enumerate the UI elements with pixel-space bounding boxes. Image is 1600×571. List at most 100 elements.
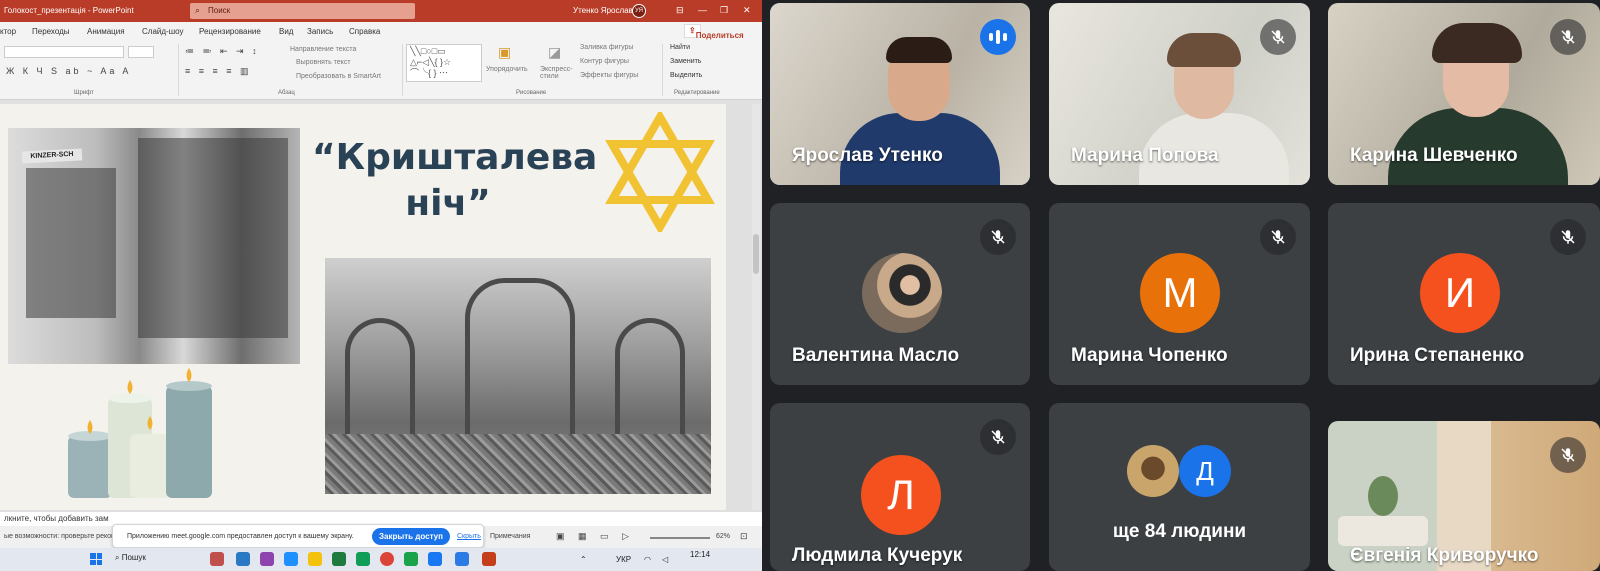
taskbar-search-label: Пошук: [121, 553, 146, 562]
shop-sign: KINZER-SCH: [21, 148, 83, 164]
letter-avatar: Л: [861, 455, 941, 535]
screen: Голокост_презентація - PowerPoint ⌕ Поис…: [0, 0, 1600, 571]
quick-styles-icon[interactable]: ◪: [548, 44, 561, 61]
taskbar-app-icon[interactable]: [284, 552, 298, 566]
participant-name: Марина Чопенко: [1071, 345, 1228, 366]
file-explorer-icon[interactable]: [308, 552, 322, 566]
mic-off-icon: [1260, 219, 1296, 255]
hide-toast-link[interactable]: Скрыть: [457, 533, 481, 540]
fit-slide-icon[interactable]: ⊡: [740, 531, 748, 542]
participant-tile[interactable]: Карина Шевченко: [1328, 3, 1600, 185]
powerpoint-icon[interactable]: [482, 552, 496, 566]
shape-outline[interactable]: Контур фигуры: [580, 58, 629, 65]
ribbon-tabs: ктор Переходы Анимация Слайд-шоу Рецензи…: [0, 22, 762, 40]
align-text[interactable]: Выровнять текст: [296, 59, 351, 66]
taskbar-app-icon[interactable]: [260, 552, 274, 566]
quick-styles-button[interactable]: Экспресс-стили: [540, 66, 573, 80]
participant-name: Ирина Степаненко: [1350, 345, 1525, 366]
letter-avatar: М: [1140, 253, 1220, 333]
participant-tile[interactable]: И Ирина Степаненко: [1328, 203, 1600, 385]
zoom-slider[interactable]: [650, 537, 710, 539]
font-format-icons[interactable]: Ж К Ч S ab ~ Aa A: [6, 66, 131, 76]
participant-name: Євгенія Криворучко: [1350, 545, 1539, 566]
volume-icon[interactable]: ◁: [662, 555, 668, 564]
ribbon-options-icon[interactable]: ⊟: [676, 5, 684, 16]
tab-transitions[interactable]: Переходы: [32, 27, 70, 36]
mic-off-icon: [1550, 19, 1586, 55]
participant-name: Марина Попова: [1071, 145, 1219, 166]
participant-tile[interactable]: Валентина Масло: [770, 203, 1030, 385]
tab-view[interactable]: Вид: [279, 27, 293, 36]
view-reading-icon[interactable]: ▭: [600, 531, 609, 542]
close-icon[interactable]: ✕: [743, 5, 751, 16]
participant-tile[interactable]: Євгенія Криворучко: [1328, 421, 1600, 571]
view-slideshow-icon[interactable]: ▷: [622, 531, 629, 542]
file-name: Голокост_презентація - PowerPoint: [4, 6, 134, 15]
ribbon: Ж К Ч S ab ~ Aa A Шрифт ≔ ≕ ⇤ ⇥ ↕ ≡ ≡ ≡ …: [0, 40, 762, 100]
tray-chevron-icon[interactable]: ⌃: [580, 555, 587, 564]
zoom-level[interactable]: 62%: [716, 533, 730, 540]
view-normal-icon[interactable]: ▣: [556, 531, 565, 542]
arrange-button[interactable]: Упорядочить: [486, 66, 528, 73]
maximize-icon[interactable]: ❐: [720, 5, 728, 16]
user-avatar[interactable]: УЯ: [632, 4, 646, 18]
tab-constructor[interactable]: ктор: [0, 27, 16, 36]
input-language[interactable]: УКР: [616, 555, 631, 564]
shape-fill[interactable]: Заливка фигуры: [580, 44, 633, 51]
text-direction[interactable]: Направление текста: [290, 46, 356, 53]
tab-review[interactable]: Рецензирование: [199, 27, 261, 36]
align-icons[interactable]: ≡ ≡ ≡ ≡ ▥: [185, 66, 252, 77]
taskbar-app-icon[interactable]: [428, 552, 442, 566]
slide-title-line1: “Кришталева: [312, 137, 598, 178]
find-button[interactable]: Найти: [670, 44, 690, 51]
scroll-thumb[interactable]: [753, 234, 759, 274]
arch: [465, 278, 575, 438]
tab-slideshow[interactable]: Слайд-шоу: [142, 27, 183, 36]
stop-sharing-button[interactable]: Закрыть доступ: [372, 528, 450, 545]
screen-share-toast: Приложению meet.google.com предоставлен …: [112, 524, 484, 548]
view-sorter-icon[interactable]: ▦: [578, 531, 587, 542]
clock-time[interactable]: 12:14: [690, 550, 710, 559]
taskbar-search[interactable]: ⌕ Пошук: [115, 553, 146, 563]
vertical-scrollbar[interactable]: [752, 104, 760, 510]
group-drawing-label: Рисование: [516, 90, 547, 96]
user-name: Утенко Ярослав: [573, 6, 633, 15]
wifi-icon[interactable]: ◠: [644, 555, 651, 564]
replace-button[interactable]: Заменить: [670, 58, 701, 65]
taskbar-app-icon[interactable]: [356, 552, 370, 566]
convert-smartart[interactable]: Преобразовать в SmartArt: [296, 73, 381, 80]
mic-off-icon: [980, 419, 1016, 455]
share-button[interactable]: ⇪ Поделиться: [684, 24, 744, 40]
shapes-gallery[interactable]: ╲╲□○□▭ △⌐◁╲{ }☆ ⌒╰{ } ⋯: [406, 44, 482, 82]
whatsapp-icon[interactable]: [404, 552, 418, 566]
minimize-icon[interactable]: —: [698, 5, 707, 15]
notes-toggle[interactable]: Примечания: [490, 533, 530, 540]
group-paragraph-label: Абзац: [278, 90, 295, 96]
chrome-icon[interactable]: [380, 552, 394, 566]
profile-photo-avatar: [1127, 445, 1179, 497]
participant-tile[interactable]: Ярослав Утенко: [770, 3, 1030, 185]
tab-record[interactable]: Запись: [307, 27, 333, 36]
profile-photo-avatar: [862, 253, 942, 333]
list-icons[interactable]: ≔ ≕ ⇤ ⇥ ↕: [185, 46, 260, 57]
taskbar-app-icon[interactable]: [236, 552, 250, 566]
shape-effects[interactable]: Эффекты фигуры: [580, 72, 638, 79]
select-button[interactable]: Выделить: [670, 72, 702, 79]
arrange-icon[interactable]: ▣: [498, 44, 511, 61]
search-box[interactable]: ⌕ Поиск: [190, 3, 415, 19]
taskbar-app-icon[interactable]: [455, 552, 469, 566]
windows-start-icon[interactable]: [90, 553, 102, 565]
participant-name: Валентина Масло: [792, 345, 960, 366]
taskbar-app-icon[interactable]: [332, 552, 346, 566]
tab-help[interactable]: Справка: [349, 27, 380, 36]
participant-tile[interactable]: М Марина Чопенко: [1049, 203, 1310, 385]
participant-tile[interactable]: Марина Попова: [1049, 3, 1310, 185]
toast-text: Приложению meet.google.com предоставлен …: [127, 533, 354, 540]
font-size-select[interactable]: [128, 46, 154, 58]
arch: [345, 318, 415, 438]
tab-animation[interactable]: Анимация: [87, 27, 125, 36]
taskbar-app-icon[interactable]: [210, 552, 224, 566]
font-name-select[interactable]: [4, 46, 124, 58]
participant-tile[interactable]: Л Людмила Кучерук: [770, 403, 1030, 571]
more-participants-tile[interactable]: Д ще 84 людини: [1049, 403, 1310, 571]
